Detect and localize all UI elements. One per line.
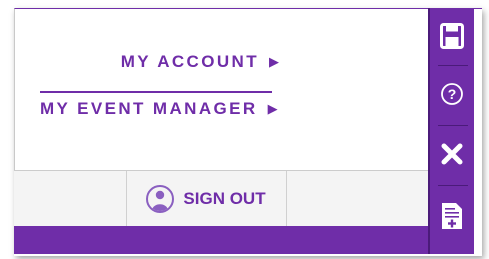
account-footer-row: SIGN OUT	[14, 170, 428, 227]
sign-out-button[interactable]: SIGN OUT	[126, 171, 286, 227]
close-icon	[441, 143, 463, 165]
add-document-icon	[442, 203, 462, 229]
my-account-label: MY ACCOUNT	[120, 52, 259, 71]
help-button[interactable]: ?	[430, 66, 474, 122]
save-button[interactable]	[430, 8, 474, 64]
toolbar-divider	[438, 185, 468, 186]
save-icon	[440, 23, 464, 49]
help-icon: ?	[441, 83, 463, 105]
svg-text:?: ?	[448, 86, 457, 102]
my-event-manager-link[interactable]: MY EVENT MANAGER ▶	[40, 99, 278, 119]
add-document-button[interactable]	[430, 188, 474, 244]
user-icon	[146, 185, 175, 213]
bottom-accent-bar	[14, 226, 428, 254]
close-button[interactable]	[430, 126, 474, 182]
footer-cell-divider	[286, 171, 287, 227]
side-toolbar: ?	[428, 8, 474, 254]
my-event-manager-label: MY EVENT MANAGER	[40, 99, 258, 118]
menu-divider	[40, 91, 272, 93]
arrow-right-icon: ▶	[269, 54, 279, 69]
my-account-link[interactable]: MY ACCOUNT ▶	[121, 52, 279, 72]
arrow-right-icon: ▶	[267, 101, 278, 116]
sign-out-label: SIGN OUT	[183, 189, 266, 208]
